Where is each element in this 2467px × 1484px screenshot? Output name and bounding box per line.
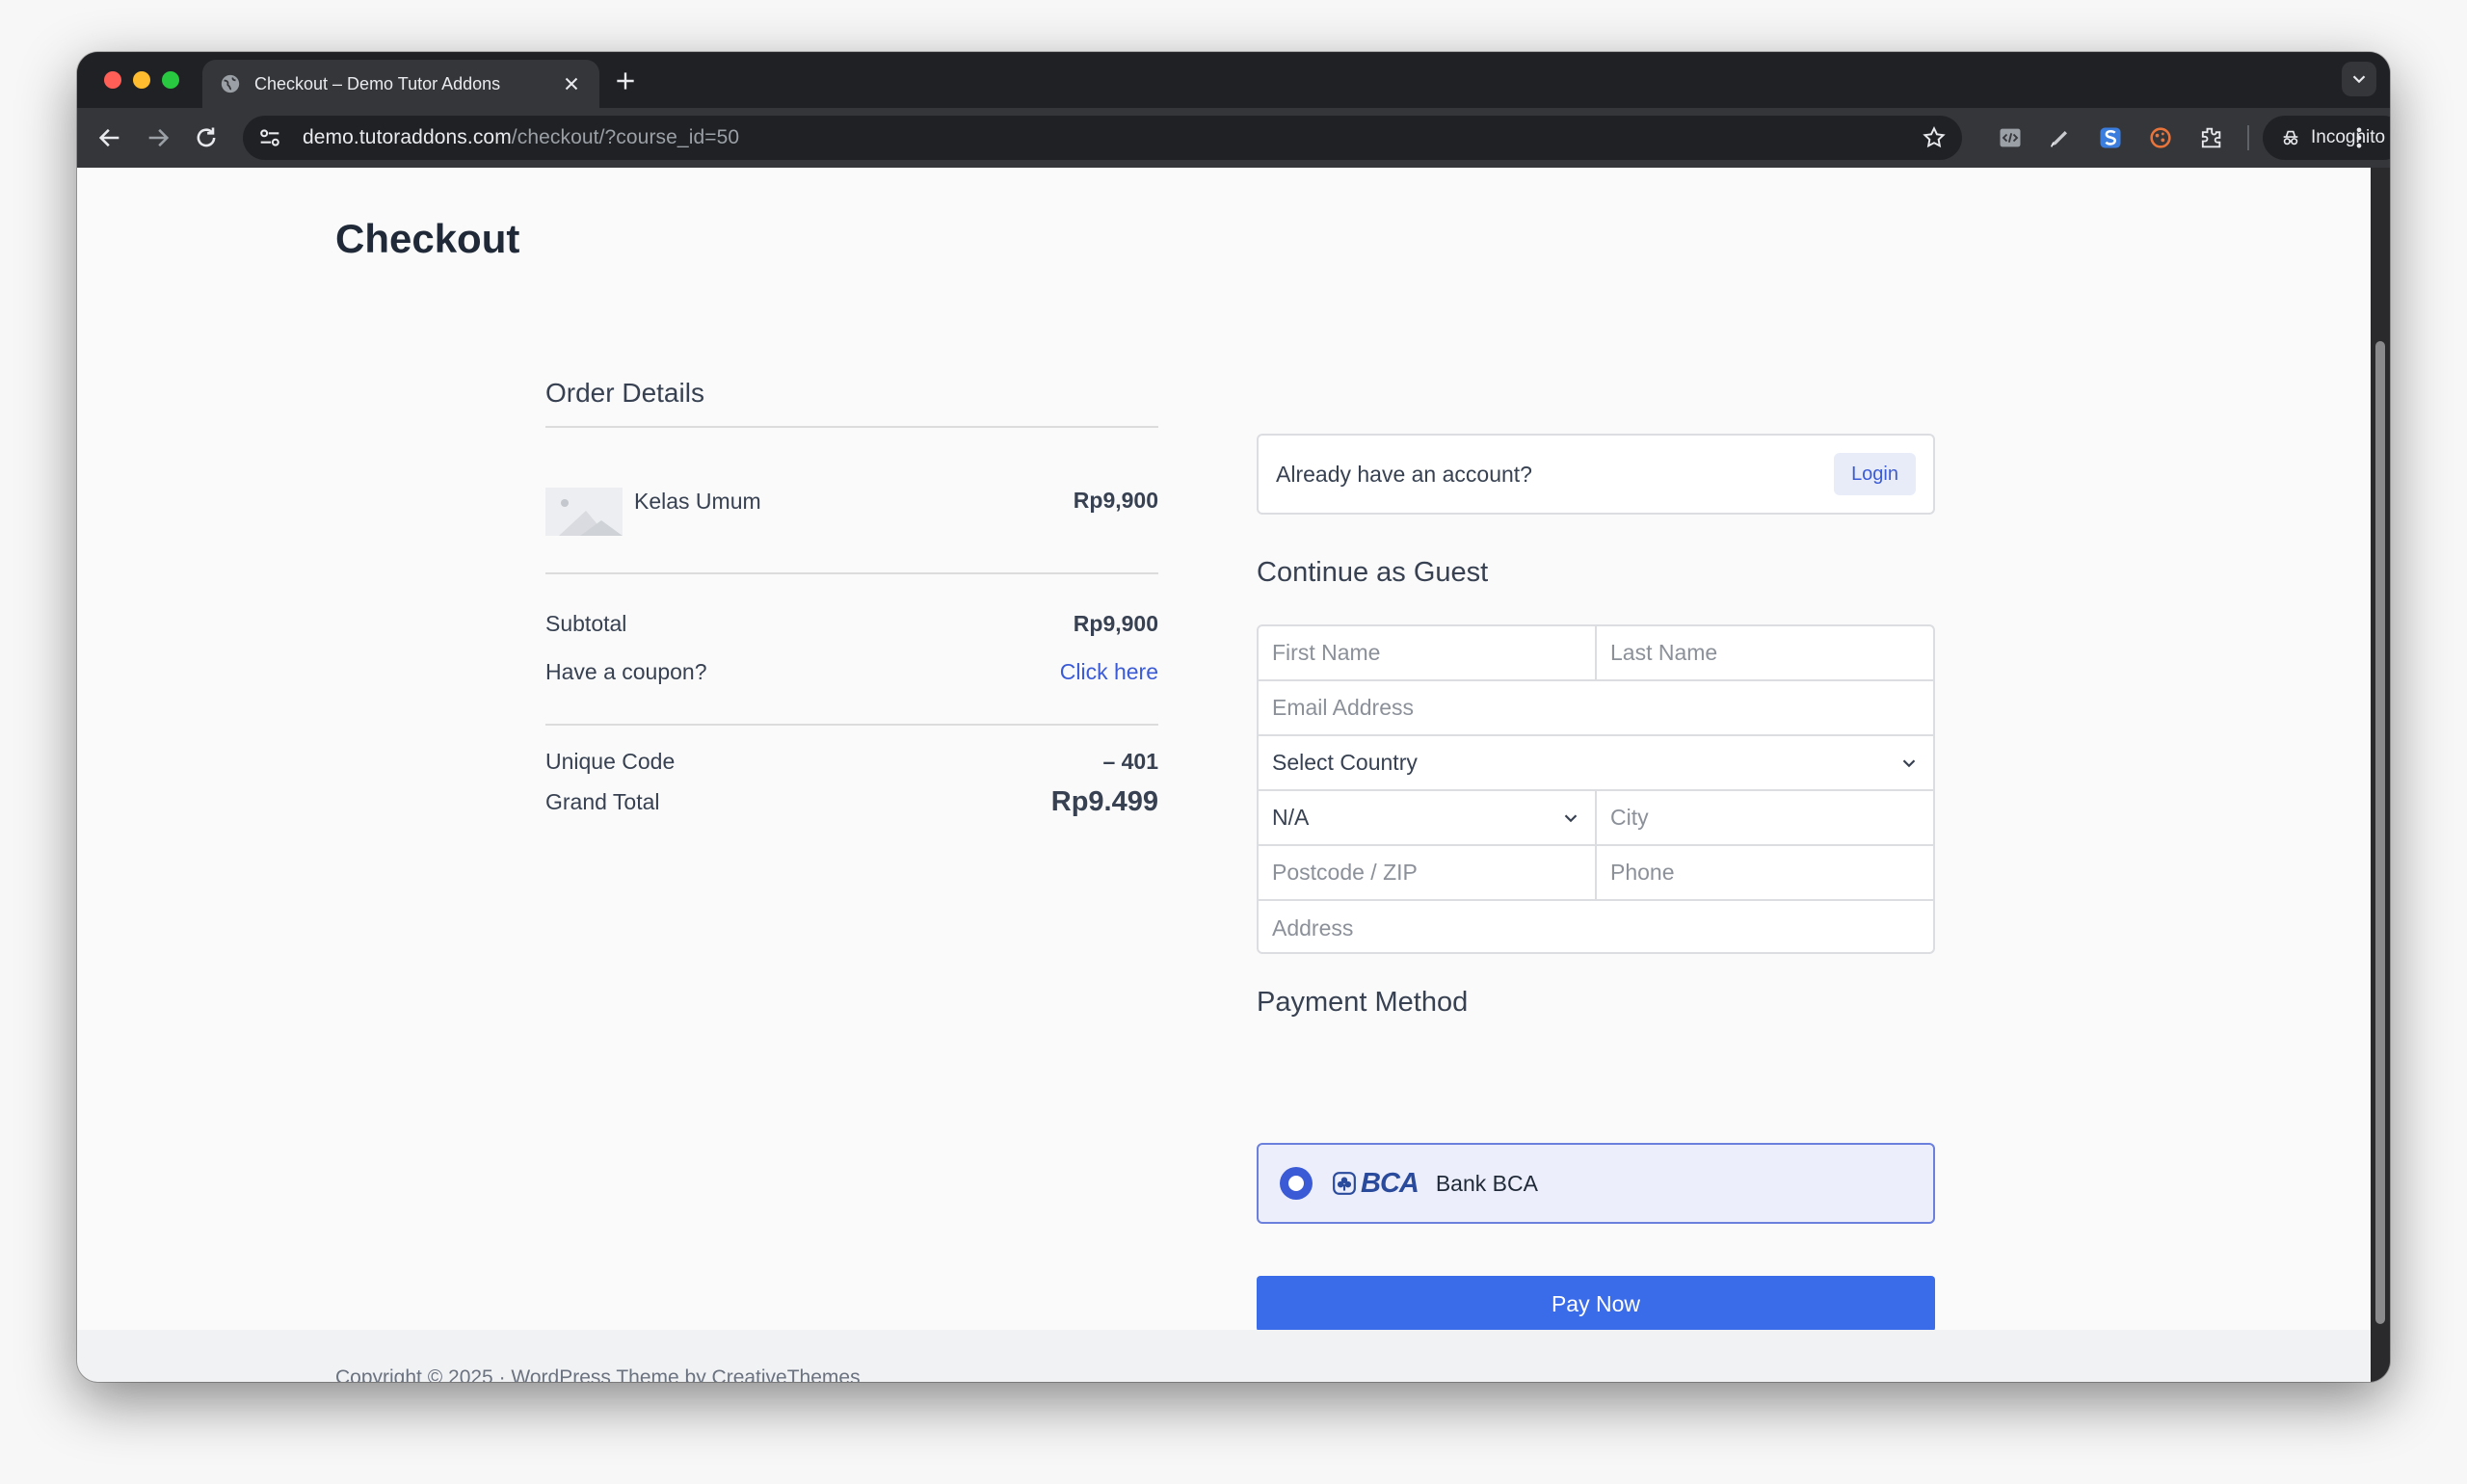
site-footer: Copyright © 2025 · WordPress Theme by Cr…: [77, 1330, 2371, 1382]
course-price: Rp9,900: [1073, 488, 1158, 513]
grand-total-row: Grand Total Rp9.499: [545, 786, 1158, 818]
apply-coupon-link[interactable]: Click here: [1060, 659, 1158, 685]
tab-checkout[interactable]: Checkout – Demo Tutor Addons: [202, 60, 599, 108]
grand-total-label: Grand Total: [545, 789, 660, 814]
bca-logo: BCA: [1332, 1168, 1419, 1200]
address-field[interactable]: [1259, 901, 1933, 952]
order-details: Order Details Kelas Umum Rp9,900 Subtota…: [545, 378, 1158, 818]
cookie-extension-icon[interactable]: [2147, 124, 2174, 151]
course-name: Kelas Umum: [634, 489, 761, 514]
country-select-value: Select Country: [1272, 750, 1418, 775]
reload-icon[interactable]: [193, 124, 220, 151]
back-arrow-icon[interactable]: [96, 124, 123, 151]
city-field[interactable]: [1597, 791, 1933, 844]
toolbar-separator: [2247, 125, 2249, 150]
scrollbar-thumb[interactable]: [2375, 341, 2385, 1324]
tab-strip: Checkout – Demo Tutor Addons: [77, 52, 2390, 108]
postcode-field[interactable]: [1259, 846, 1597, 899]
first-name-field[interactable]: [1259, 626, 1597, 679]
payment-option-bca[interactable]: BCA Bank BCA: [1257, 1143, 1935, 1224]
subtotal-row: Subtotal Rp9,900: [545, 611, 1158, 637]
login-button[interactable]: Login: [1834, 453, 1916, 495]
address-bar[interactable]: demo.tutoraddons.com/checkout/?course_id…: [243, 116, 1962, 160]
chevron-down-icon: [1902, 758, 1916, 767]
close-window-button[interactable]: [104, 71, 121, 89]
s-extension-icon[interactable]: [2097, 124, 2124, 151]
image-placeholder-icon: [545, 488, 623, 536]
coupon-label: Have a coupon?: [545, 659, 707, 684]
site-settings-icon[interactable]: [256, 124, 283, 151]
divider: [545, 572, 1158, 574]
url-path: /checkout/?course_id=50: [511, 126, 740, 148]
plus-icon[interactable]: [613, 68, 638, 93]
browser-toolbar: demo.tutoraddons.com/checkout/?course_id…: [77, 108, 2390, 168]
star-icon[interactable]: [1922, 125, 1947, 150]
payment-heading: Payment Method: [1257, 987, 1469, 1018]
close-icon[interactable]: [561, 73, 582, 94]
order-details-heading: Order Details: [545, 378, 704, 408]
browser-window: Checkout – Demo Tutor Addons demo.tutora…: [77, 52, 2390, 1382]
course-thumbnail: [545, 488, 623, 536]
unique-code-value: – 401: [1102, 749, 1158, 774]
minimize-window-button[interactable]: [133, 71, 150, 89]
tab-title: Checkout – Demo Tutor Addons: [254, 73, 501, 93]
guest-heading: Continue as Guest: [1257, 557, 1489, 588]
devtools-extension-icon[interactable]: [1997, 124, 2024, 151]
unique-code-label: Unique Code: [545, 749, 676, 774]
guest-form: Select Country N/A: [1257, 624, 1935, 954]
payment-method-label: Bank BCA: [1435, 1170, 1538, 1196]
page-title: Checkout: [335, 216, 520, 261]
tab-search-button[interactable]: [2342, 62, 2376, 96]
state-select[interactable]: N/A: [1259, 791, 1597, 844]
last-name-field[interactable]: [1597, 626, 1933, 679]
account-prompt: Already have an account?: [1276, 461, 1532, 487]
pay-now-button[interactable]: Pay Now: [1257, 1276, 1935, 1332]
state-select-value: N/A: [1272, 805, 1310, 830]
bca-emblem-icon: [1333, 1172, 1356, 1195]
extension-icon[interactable]: [2197, 124, 2224, 151]
phone-field[interactable]: [1597, 846, 1933, 899]
url-host: demo.tutoraddons.com: [303, 126, 512, 148]
chevron-down-icon: [2352, 75, 2366, 84]
globe-icon: [221, 74, 240, 93]
pen-extension-icon[interactable]: [2047, 124, 2074, 151]
order-item: Kelas Umum Rp9,900: [545, 428, 1158, 572]
chevron-down-icon: [1564, 813, 1578, 822]
unique-code-row: Unique Code – 401: [545, 749, 1158, 775]
url-text: demo.tutoraddons.com/checkout/?course_id…: [303, 126, 739, 149]
email-field[interactable]: [1259, 681, 1933, 734]
country-select[interactable]: Select Country: [1259, 736, 1933, 789]
subtotal-value: Rp9,900: [1073, 611, 1158, 636]
forward-arrow-icon[interactable]: [145, 124, 172, 151]
footer-copyright: Copyright © 2025 · WordPress Theme by Cr…: [335, 1366, 861, 1382]
subtotal-label: Subtotal: [545, 611, 627, 636]
coupon-row: Have a coupon? Click here: [545, 659, 1158, 685]
login-prompt: Already have an account? Login: [1257, 434, 1935, 515]
page-viewport: Checkout Order Details Kelas Umum Rp9,90…: [77, 168, 2371, 1382]
maximize-window-button[interactable]: [162, 71, 179, 89]
page-scrollbar[interactable]: [2371, 168, 2390, 1382]
grand-total-value: Rp9.499: [1050, 786, 1158, 817]
incognito-icon: [2283, 130, 2298, 146]
divider: [545, 724, 1158, 726]
payment-radio[interactable]: [1280, 1167, 1313, 1200]
kebab-menu-icon[interactable]: [2346, 124, 2373, 151]
